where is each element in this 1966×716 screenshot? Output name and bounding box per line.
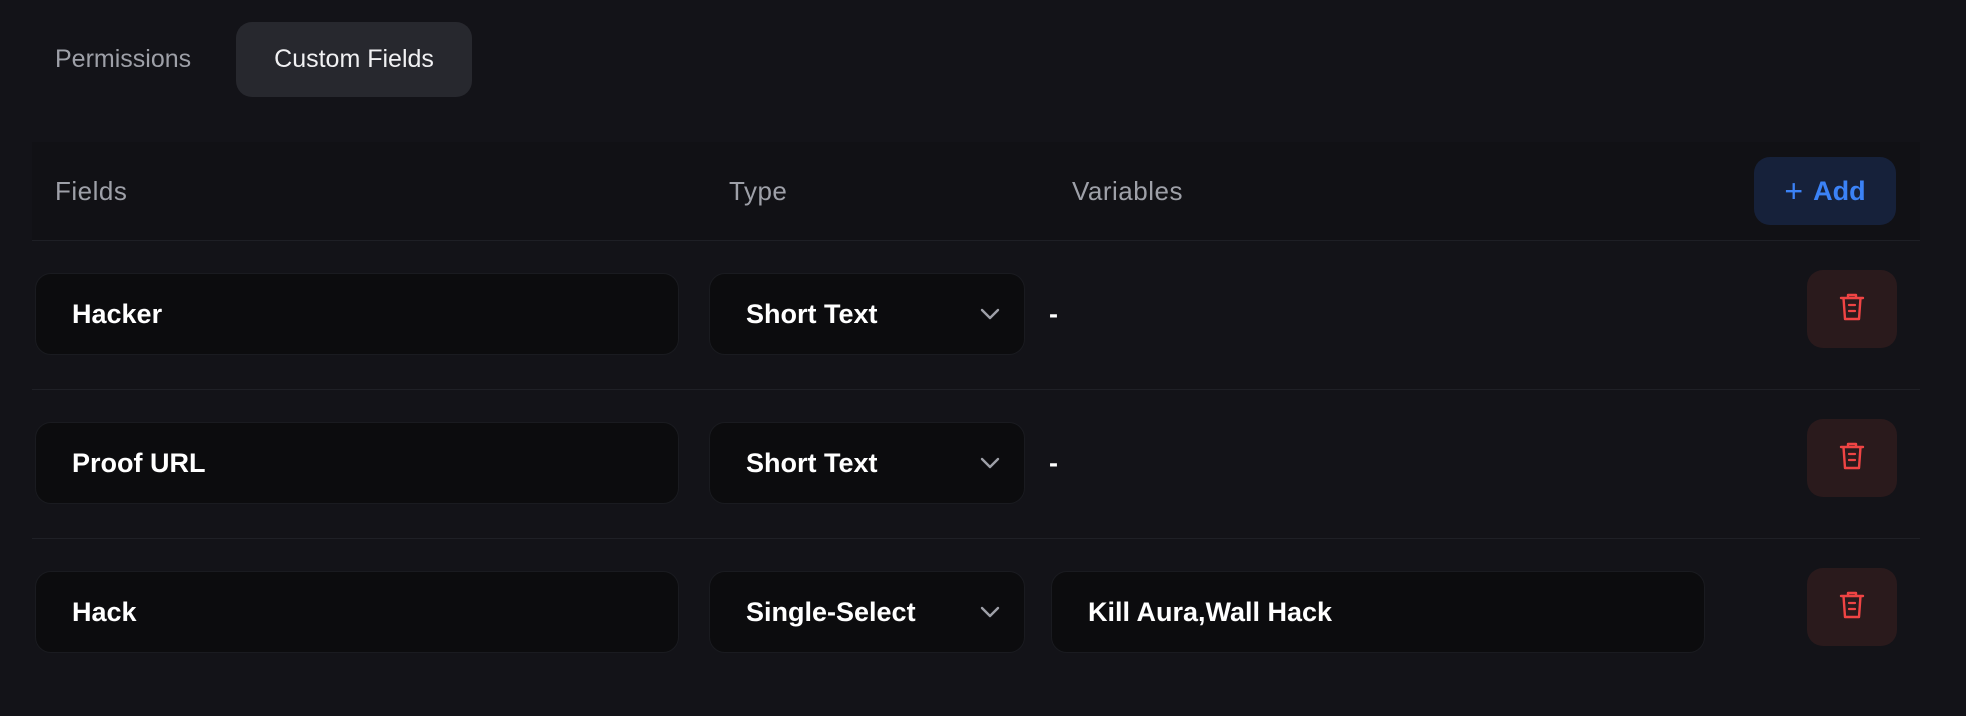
custom-fields-table: Fields Type Variables + Add Hacker Short… — [32, 142, 1920, 687]
field-type-value: Short Text — [746, 447, 878, 478]
field-name-input[interactable]: Hack — [35, 571, 679, 653]
column-header-fields: Fields — [55, 175, 128, 206]
delete-field-button[interactable] — [1807, 568, 1897, 646]
add-button-label: Add — [1813, 175, 1866, 206]
table-row: Hacker Short Text - — [32, 241, 1920, 390]
delete-field-button[interactable] — [1807, 419, 1897, 497]
tab-bar: Permissions Custom Fields — [32, 22, 472, 97]
trash-icon — [1839, 292, 1865, 327]
add-field-button[interactable]: + Add — [1754, 157, 1896, 225]
chevron-down-icon — [980, 605, 1002, 619]
field-name-input[interactable]: Hacker — [35, 273, 679, 355]
variables-input[interactable]: Kill Aura,Wall Hack — [1051, 571, 1705, 653]
field-type-value: Single-Select — [746, 596, 916, 627]
field-type-select[interactable]: Short Text — [709, 422, 1025, 504]
column-header-type: Type — [729, 175, 788, 206]
plus-icon: + — [1784, 173, 1804, 209]
chevron-down-icon — [980, 456, 1002, 470]
variables-empty: - — [1049, 447, 1058, 478]
trash-icon — [1839, 590, 1865, 625]
table-row: Proof URL Short Text - — [32, 390, 1920, 539]
chevron-down-icon — [980, 307, 1002, 321]
tab-permissions[interactable]: Permissions — [32, 22, 214, 97]
delete-field-button[interactable] — [1807, 270, 1897, 348]
table-row: Hack Single-Select Kill Aura,Wall Hack — [32, 539, 1920, 687]
field-type-select[interactable]: Short Text — [709, 273, 1025, 355]
field-type-select[interactable]: Single-Select — [709, 571, 1025, 653]
field-type-value: Short Text — [746, 298, 878, 329]
tab-custom-fields[interactable]: Custom Fields — [236, 22, 472, 97]
table-header: Fields Type Variables + Add — [32, 142, 1920, 241]
field-name-input[interactable]: Proof URL — [35, 422, 679, 504]
column-header-variables: Variables — [1072, 175, 1183, 206]
trash-icon — [1839, 441, 1865, 476]
variables-empty: - — [1049, 298, 1058, 329]
